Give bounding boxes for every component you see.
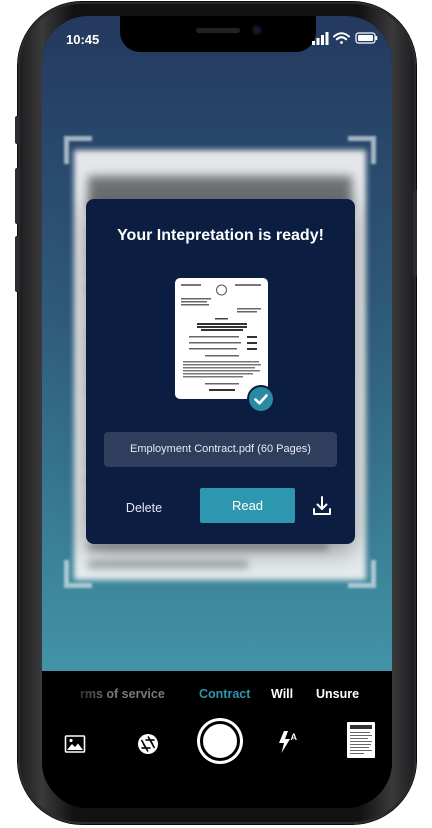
volume-up-button bbox=[15, 168, 19, 224]
notch bbox=[120, 16, 316, 52]
gallery-icon[interactable] bbox=[64, 734, 86, 754]
wifi-icon bbox=[333, 32, 350, 44]
earpiece-speaker bbox=[196, 28, 240, 33]
dialog-title: Your Intepretation is ready! bbox=[117, 227, 324, 244]
document-page-preview bbox=[181, 284, 261, 391]
status-time: 10:45 bbox=[66, 32, 100, 47]
scan-corner-bottom-left bbox=[64, 560, 92, 588]
cellular-signal-icon bbox=[312, 32, 329, 45]
mode-will[interactable]: Will bbox=[271, 687, 293, 701]
battery-icon bbox=[355, 32, 378, 44]
auto-flash-icon[interactable]: A bbox=[275, 729, 299, 755]
mode-contract[interactable]: Contract bbox=[199, 687, 250, 701]
aperture-icon[interactable] bbox=[136, 732, 160, 756]
camera-controls: rms of service Contract Will Unsure A bbox=[42, 671, 392, 808]
mute-switch bbox=[15, 116, 19, 144]
power-button bbox=[413, 190, 417, 276]
document-thumbnail[interactable] bbox=[175, 278, 268, 399]
checkmark-glyph bbox=[254, 394, 268, 405]
interpretation-ready-dialog: Your Intepretation is ready! Employment … bbox=[86, 199, 355, 544]
scan-corner-bottom-right bbox=[348, 560, 376, 588]
read-button[interactable]: Read bbox=[200, 488, 295, 523]
scan-corner-top-right bbox=[348, 136, 376, 164]
download-icon[interactable] bbox=[311, 494, 333, 518]
svg-text:A: A bbox=[291, 732, 298, 742]
volume-down-button bbox=[15, 236, 19, 292]
file-name-field: Employment Contract.pdf (60 Pages) bbox=[104, 432, 337, 467]
checkmark-icon bbox=[247, 385, 275, 413]
mode-unsure[interactable]: Unsure bbox=[316, 687, 359, 701]
mode-fade-overlay bbox=[42, 687, 112, 707]
status-icons bbox=[312, 32, 378, 45]
delete-button[interactable]: Delete bbox=[112, 499, 176, 517]
document-thumbnail-preview[interactable] bbox=[347, 722, 375, 758]
scan-corner-top-left bbox=[64, 136, 92, 164]
document-type-selector: rms of service Contract Will Unsure bbox=[42, 687, 392, 707]
shutter-button[interactable] bbox=[200, 721, 240, 761]
status-bar: 10:45 bbox=[42, 16, 392, 60]
front-camera bbox=[252, 25, 262, 35]
phone-screen: 10:45 Your Intepretation is ready! Emplo… bbox=[42, 16, 392, 808]
